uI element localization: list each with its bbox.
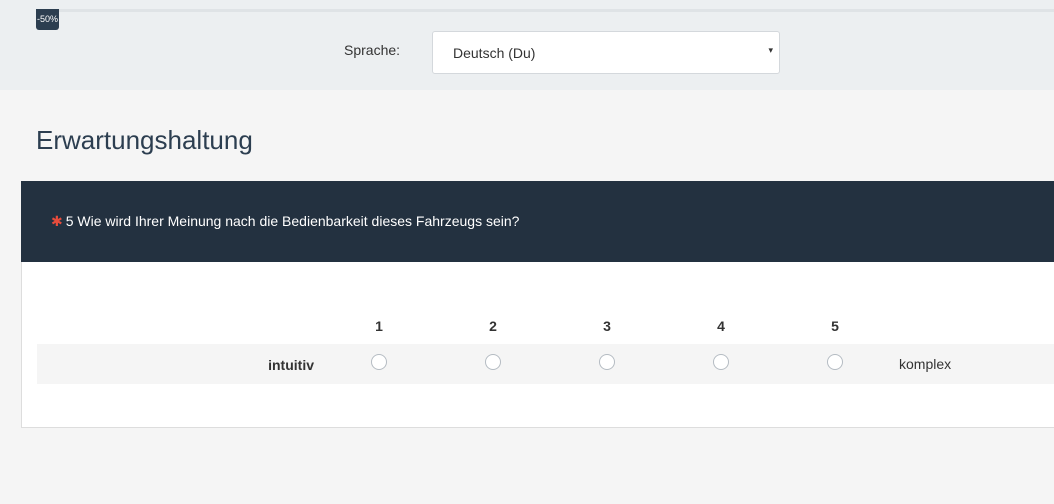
progress-label: -50% (37, 14, 59, 24)
language-select[interactable]: Deutsch (Du) ▾ (432, 31, 780, 74)
radio-option-3[interactable] (599, 354, 615, 370)
language-label: Sprache: (344, 42, 401, 58)
required-asterisk-icon: ✱ (51, 213, 63, 229)
progress-bar: -50% (36, 9, 60, 30)
scale-header-2: 2 (489, 318, 497, 334)
row-left-label: intuitiv (268, 357, 314, 373)
language-select-value: Deutsch (Du) (453, 45, 536, 61)
scale-header-5: 5 (831, 318, 839, 334)
question-label: 5 Wie wird Ihrer Meinung nach die Bedien… (65, 213, 520, 229)
radio-option-4[interactable] (713, 354, 729, 370)
scale-header-4: 4 (717, 318, 725, 334)
question-text: ✱ 5 Wie wird Ihrer Meinung nach die Bedie… (51, 213, 519, 230)
progress-track (36, 9, 1054, 12)
radio-option-5[interactable] (827, 354, 843, 370)
group-title: Erwartungshaltung (36, 125, 253, 155)
radio-option-1[interactable] (371, 354, 387, 370)
radio-option-2[interactable] (485, 354, 501, 370)
scale-header-1: 1 (375, 318, 383, 334)
scale-header-3: 3 (603, 318, 611, 334)
chevron-down-icon: ▾ (768, 45, 773, 55)
row-right-label: komplex (899, 356, 952, 372)
question-header: ✱ 5 Wie wird Ihrer Meinung nach die Bedie… (21, 181, 1054, 262)
